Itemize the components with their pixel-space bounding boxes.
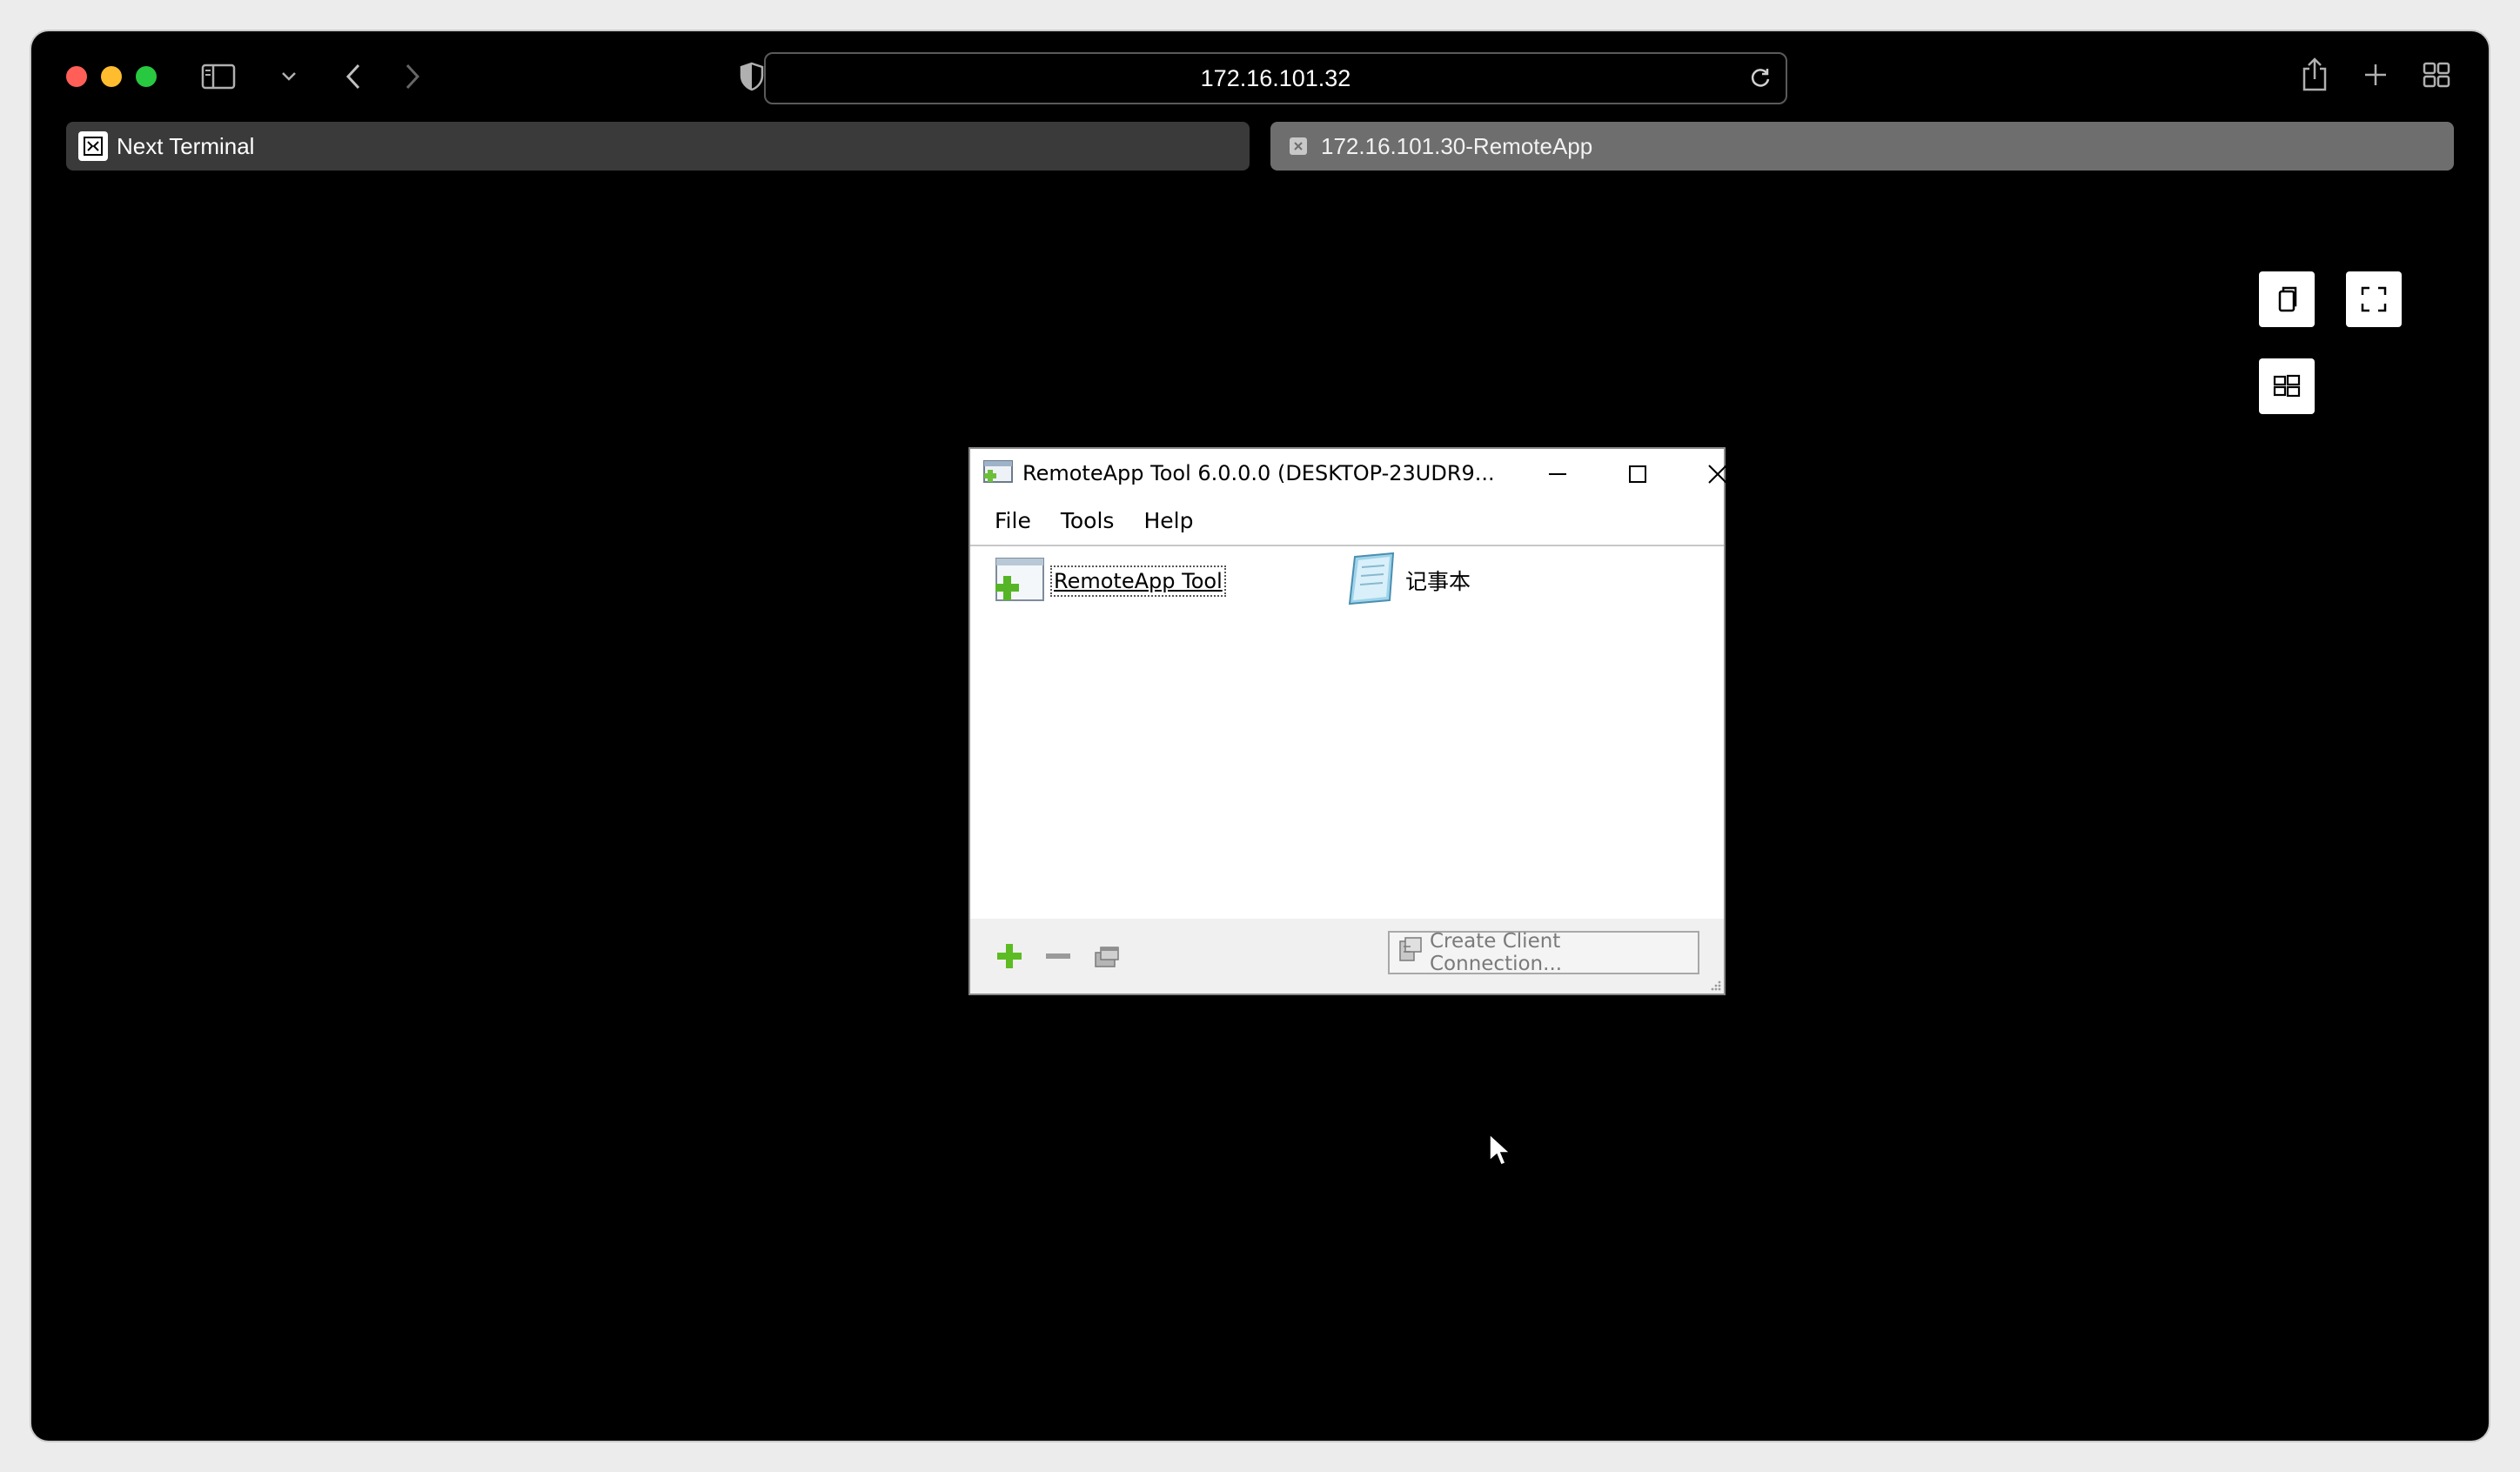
properties-icon	[1095, 947, 1119, 967]
list-item-label: RemoteApp Tool	[1050, 565, 1226, 597]
menu-help[interactable]: Help	[1143, 508, 1193, 533]
add-app-button[interactable]	[995, 941, 1024, 971]
minimize-window-button[interactable]	[101, 66, 122, 87]
app-maximize-button[interactable]	[1625, 461, 1651, 487]
list-item-notepad[interactable]: 记事本	[1343, 552, 1471, 609]
minimize-icon	[1549, 473, 1566, 475]
clipboard-button[interactable]	[2259, 271, 2315, 327]
share-icon	[2302, 57, 2327, 91]
fullscreen-icon	[2361, 286, 2387, 312]
menu-file[interactable]: File	[995, 508, 1031, 533]
app-footer: Create Client Connection...	[970, 919, 1724, 994]
forward-button[interactable]	[397, 59, 428, 94]
share-button[interactable]	[2297, 54, 2332, 96]
menu-tools[interactable]: Tools	[1061, 508, 1115, 533]
plus-icon	[2365, 64, 2386, 85]
resize-grip[interactable]	[1708, 978, 1722, 992]
connection-icon	[1397, 936, 1424, 969]
shield-icon	[740, 62, 764, 91]
plus-icon	[997, 944, 1022, 968]
app-close-button[interactable]	[1705, 461, 1731, 487]
sidebar-dropdown-button[interactable]	[278, 66, 299, 87]
chevron-left-icon	[345, 64, 360, 90]
app-menu-bar: File Tools Help	[970, 498, 1724, 543]
remove-app-button[interactable]	[1043, 941, 1073, 971]
remoteapp-tool-window: RemoteApp Tool 6.0.0.0 (DESKTOP-23UDR9..…	[968, 447, 1727, 995]
tab-label: Next Terminal	[117, 132, 255, 159]
browser-window: 172.16.101.32 Next Terminal 172.16.101.3…	[31, 31, 2489, 1441]
app-list: RemoteApp Tool 记事本	[970, 545, 1724, 920]
app-minimize-button[interactable]	[1545, 461, 1571, 487]
sidebar-icon	[201, 64, 236, 90]
clipboard-icon	[2278, 286, 2297, 312]
windows-key-button[interactable]	[2259, 358, 2315, 414]
sidebar-toggle-button[interactable]	[198, 57, 238, 96]
privacy-shield-button[interactable]	[736, 59, 767, 94]
close-icon	[1708, 465, 1727, 484]
mouse-cursor-icon	[1488, 1133, 1512, 1172]
list-item-remoteapp-tool[interactable]: RemoteApp Tool	[993, 555, 1226, 607]
close-tab-icon[interactable]	[1290, 137, 1307, 155]
tab-next-terminal[interactable]: Next Terminal	[66, 122, 1250, 171]
tab-remoteapp[interactable]: 172.16.101.30-RemoteApp	[1270, 122, 2454, 171]
maximize-icon	[1629, 465, 1646, 483]
reload-button[interactable]	[1747, 64, 1773, 90]
windows-icon	[2273, 374, 2301, 398]
minus-icon	[1046, 953, 1070, 959]
chevron-down-icon	[282, 72, 296, 81]
remoteapp-tool-icon	[993, 555, 1047, 607]
maximize-window-button[interactable]	[136, 66, 157, 87]
chevron-right-icon	[405, 64, 420, 90]
create-client-connection-button[interactable]: Create Client Connection...	[1388, 930, 1699, 975]
grid-icon	[2423, 62, 2450, 88]
close-window-button[interactable]	[66, 66, 87, 87]
url-text: 172.16.101.32	[1200, 64, 1351, 91]
new-tab-button[interactable]	[2358, 57, 2393, 92]
app-properties-button[interactable]	[1092, 941, 1122, 971]
app-title-text: RemoteApp Tool 6.0.0.0 (DESKTOP-23UDR9..…	[1022, 461, 1495, 485]
fullscreen-button[interactable]	[2346, 271, 2402, 327]
address-bar[interactable]: 172.16.101.32	[764, 52, 1787, 104]
tab-overview-button[interactable]	[2419, 57, 2454, 92]
reload-icon	[1751, 69, 1770, 87]
next-terminal-favicon-icon	[78, 131, 108, 161]
create-client-connection-label: Create Client Connection...	[1430, 930, 1563, 975]
list-item-label: 记事本	[1405, 569, 1471, 594]
app-title-bar: RemoteApp Tool 6.0.0.0 (DESKTOP-23UDR9..…	[970, 449, 1727, 498]
notepad-icon	[1343, 552, 1398, 609]
back-button[interactable]	[338, 59, 369, 94]
remoteapp-window-icon	[982, 458, 1014, 488]
tab-label: 172.16.101.30-RemoteApp	[1321, 132, 1593, 159]
